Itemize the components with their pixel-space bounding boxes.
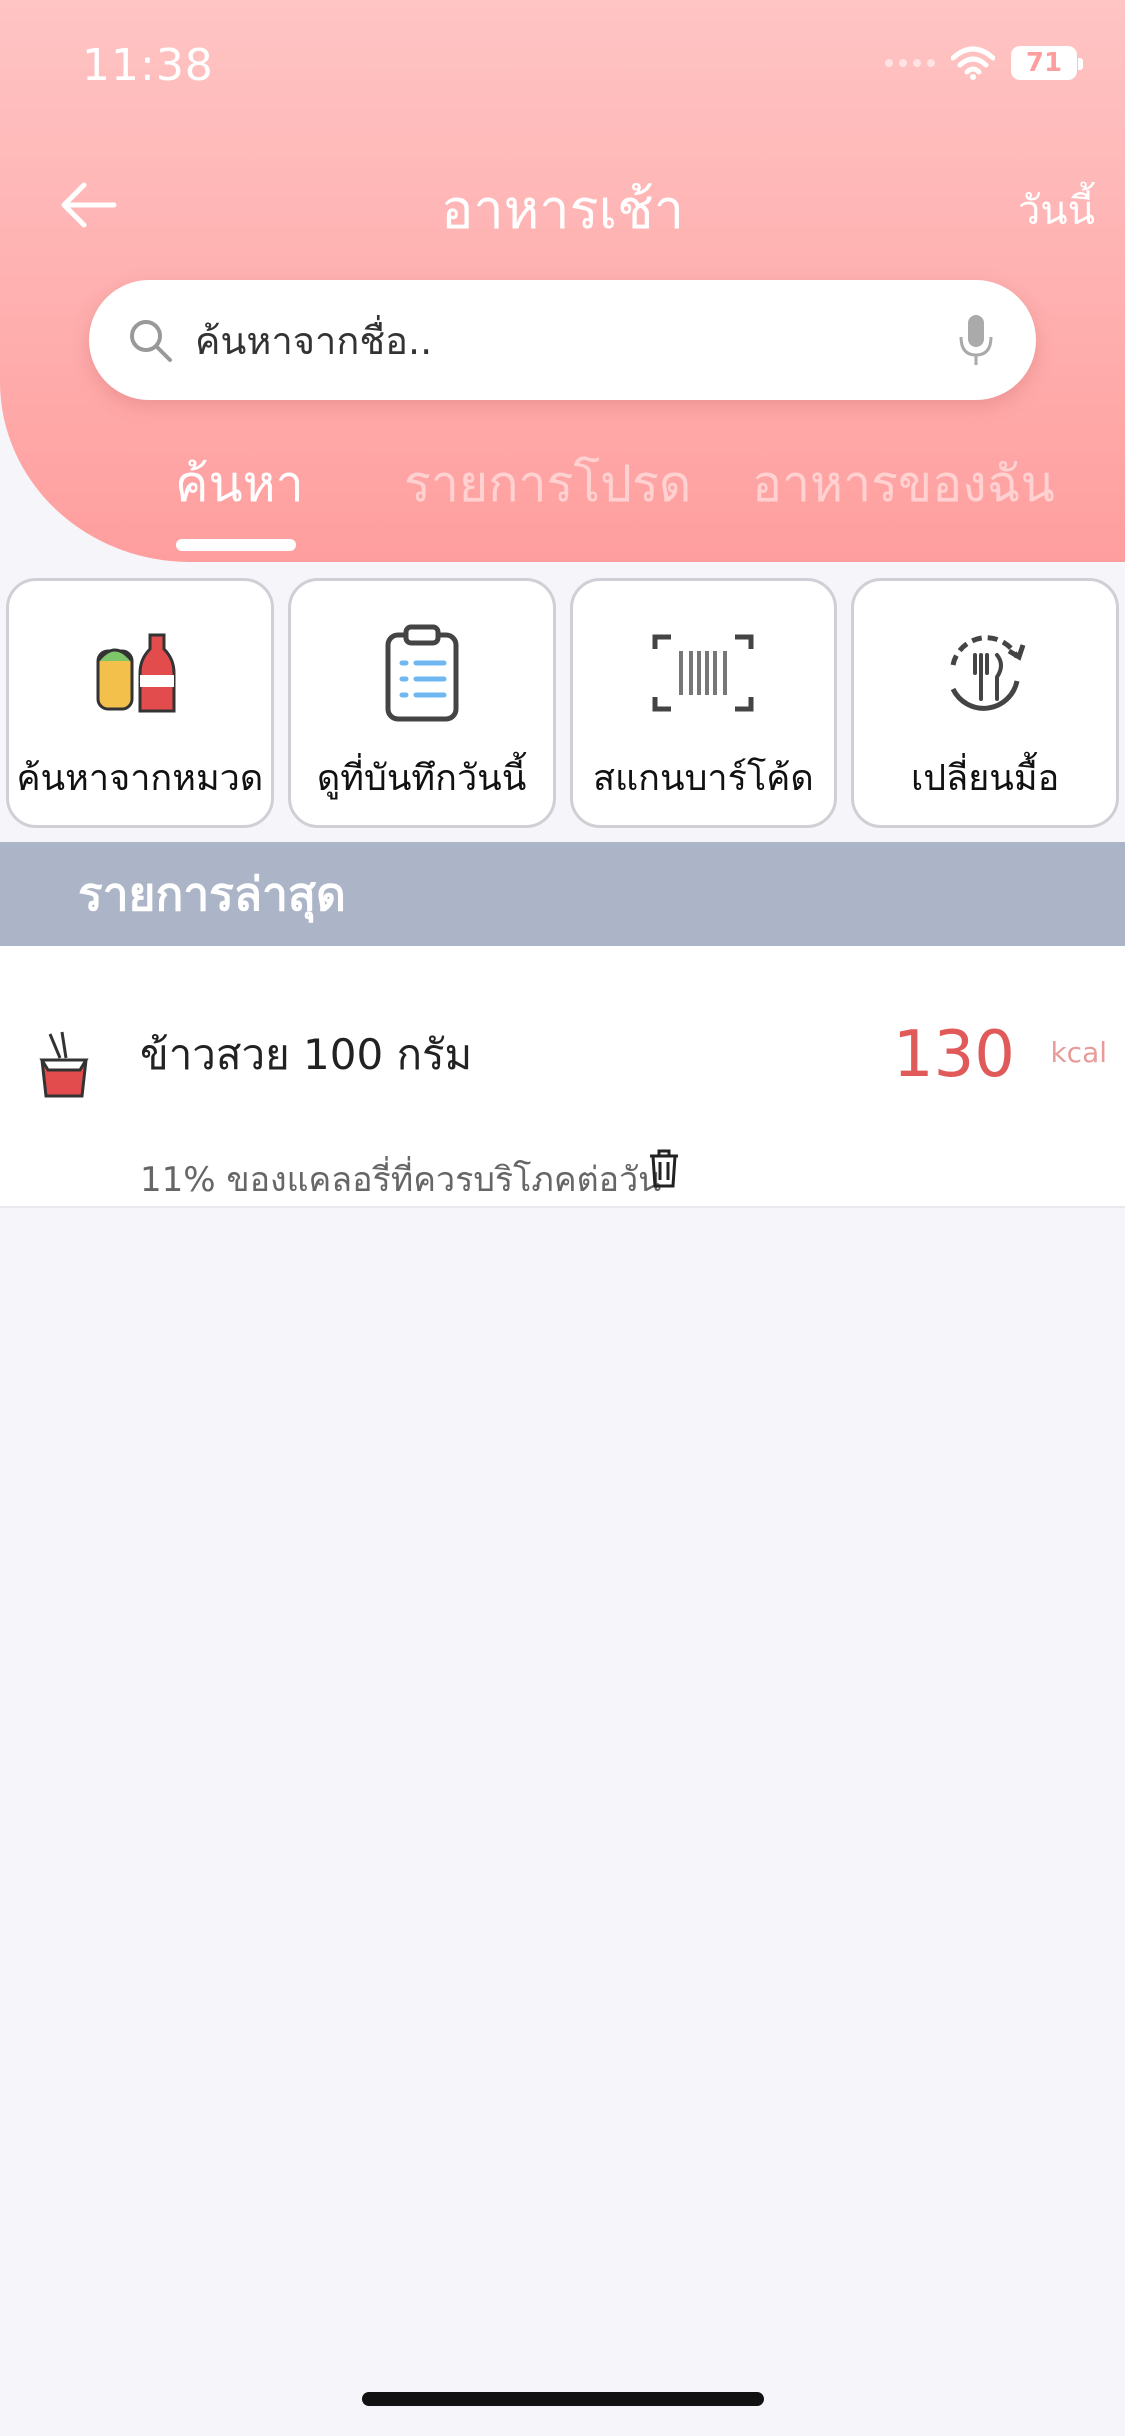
signal-icon xyxy=(885,59,935,67)
change-meal-label: เปลี่ยนมื้อ xyxy=(910,758,1060,799)
search-by-category-button[interactable]: ค้นหาจากหมวด xyxy=(6,578,274,828)
scan-barcode-button[interactable]: สแกนบาร์โค้ด xyxy=(569,578,838,828)
header: 11:38 71 อาหารเช้า วันนี้ ค้นหาจากชื่อ..… xyxy=(0,0,1125,562)
quick-actions: ค้นหาจากหมวด ดูที่บันทึกวันนี้ สแกนบาร์โ… xyxy=(6,578,1119,830)
search-input[interactable]: ค้นหาจากชื่อ.. xyxy=(195,310,956,371)
daily-percent-text: 11% ของแคลอรี่ที่ควรบริโภคต่อวัน xyxy=(140,1160,662,1200)
barcode-scan-icon xyxy=(652,634,754,712)
tab-indicator xyxy=(176,539,296,551)
status-icons: 71 xyxy=(885,46,1083,80)
trash-icon[interactable] xyxy=(646,1148,682,1188)
food-category-icon xyxy=(96,633,176,713)
kcal-unit: kcal xyxy=(1050,1036,1107,1069)
change-meal-icon xyxy=(950,635,1026,711)
list-item[interactable]: ข้าวสวย 100 กรัม 130 kcal 11% ของแคลอรี่… xyxy=(0,946,1125,1208)
change-meal-button[interactable]: เปลี่ยนมื้อ xyxy=(851,578,1119,828)
clipboard-icon xyxy=(385,624,459,722)
home-indicator xyxy=(362,2392,764,2406)
view-today-log-label: ดูที่บันทึกวันนี้ xyxy=(316,758,527,799)
tab-search[interactable]: ค้นหา xyxy=(175,445,304,524)
microphone-icon[interactable] xyxy=(956,313,996,367)
kcal-value: 130 xyxy=(892,1018,1015,1092)
search-icon xyxy=(130,320,172,362)
tab-my-food[interactable]: อาหารของฉัน xyxy=(752,445,1055,524)
section-title: รายการล่าสุด xyxy=(78,866,346,921)
tab-favorites[interactable]: รายการโปรด xyxy=(404,445,691,524)
food-name: ข้าวสวย 100 กรัม xyxy=(140,1030,473,1079)
status-time: 11:38 xyxy=(82,40,214,91)
search-bar[interactable]: ค้นหาจากชื่อ.. xyxy=(89,280,1036,400)
scan-barcode-label: สแกนบาร์โค้ด xyxy=(592,758,814,799)
food-box-icon xyxy=(39,1031,89,1098)
search-by-category-label: ค้นหาจากหมวด xyxy=(16,758,264,799)
battery-icon: 71 xyxy=(1011,46,1083,80)
wifi-icon xyxy=(951,46,995,80)
view-today-log-button[interactable]: ดูที่บันทึกวันนี้ xyxy=(287,578,556,828)
today-button[interactable]: วันนี้ xyxy=(1018,178,1095,242)
page-title: อาหารเช้า xyxy=(440,178,685,241)
recent-section-header: รายการล่าสุด xyxy=(0,842,1125,946)
tab-bar: ค้นหา รายการโปรด อาหารของฉัน xyxy=(0,445,1125,555)
